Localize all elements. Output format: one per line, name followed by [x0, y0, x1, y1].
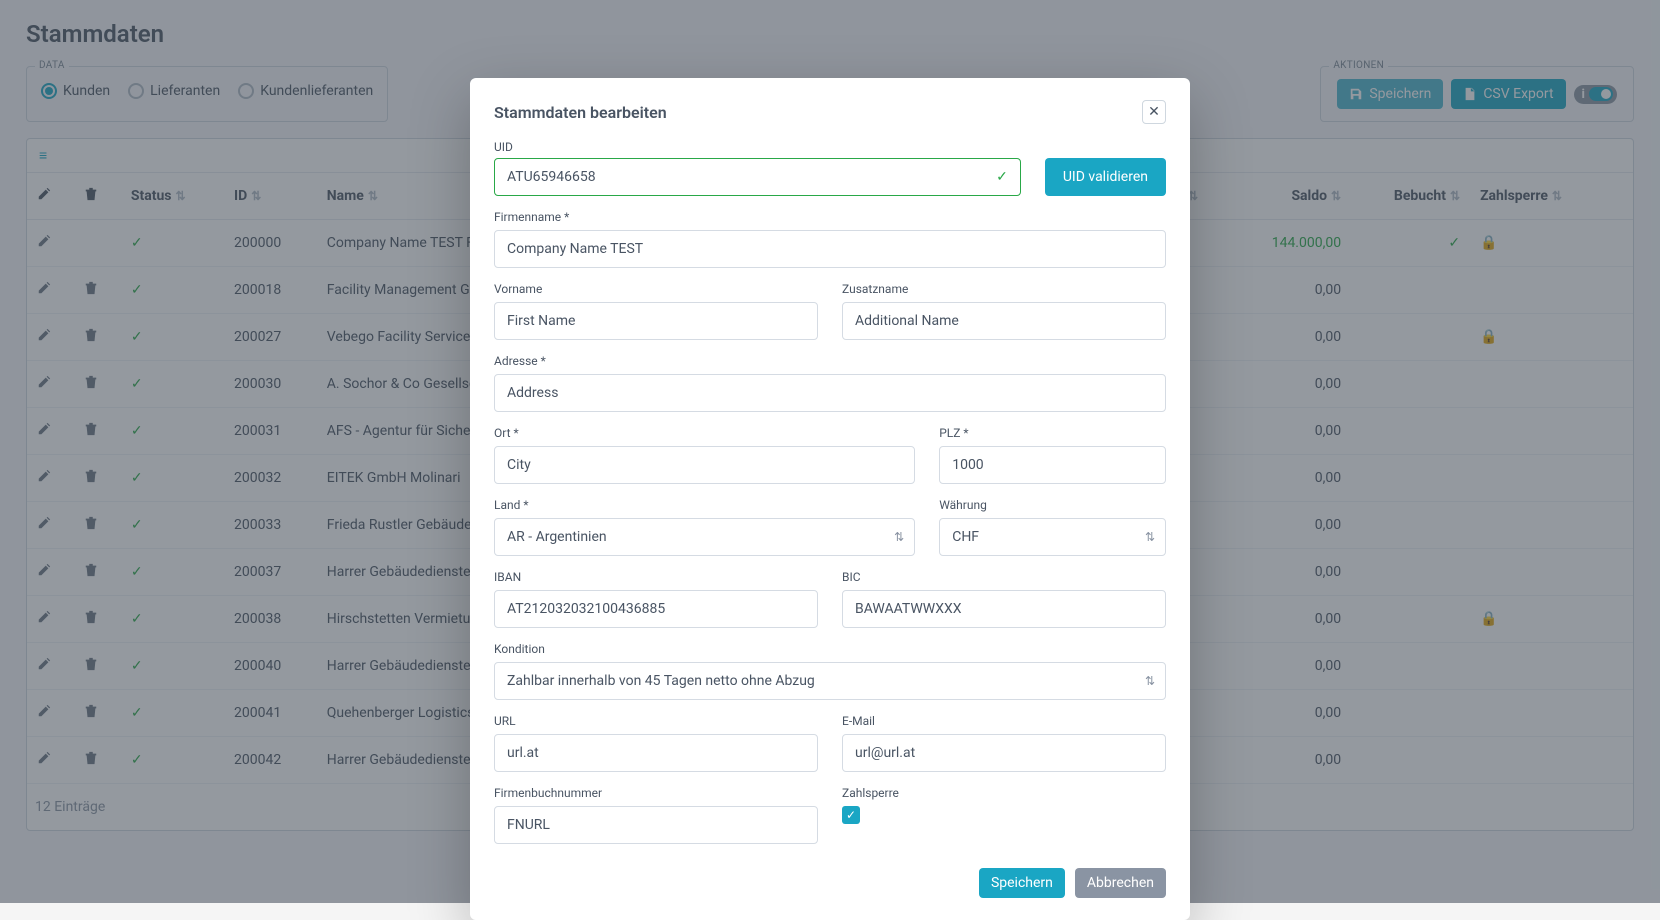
label-uid: UID — [494, 140, 1166, 154]
waehrung-select[interactable]: CHF — [939, 518, 1166, 556]
url-input[interactable] — [494, 734, 818, 772]
label-iban: IBAN — [494, 570, 818, 584]
uid-input[interactable] — [507, 159, 996, 195]
modal-title: Stammdaten bearbeiten — [494, 103, 667, 122]
vorname-input[interactable] — [494, 302, 818, 340]
label-zahlsperre: Zahlsperre — [842, 786, 1166, 800]
plz-input[interactable] — [939, 446, 1166, 484]
check-icon: ✓ — [996, 169, 1008, 185]
modal-close-button[interactable]: ✕ — [1142, 100, 1166, 124]
label-waehrung: Währung — [939, 498, 1166, 512]
label-bic: BIC — [842, 570, 1166, 584]
firmenbuch-input[interactable] — [494, 806, 818, 844]
label-vorname: Vorname — [494, 282, 818, 296]
zahlsperre-checkbox[interactable]: ✓ — [842, 806, 860, 824]
uid-input-box: ✓ — [494, 158, 1021, 196]
label-url: URL — [494, 714, 818, 728]
label-firmenbuch: Firmenbuchnummer — [494, 786, 818, 800]
label-plz: PLZ * — [939, 426, 1166, 440]
bic-input[interactable] — [842, 590, 1166, 628]
label-kondition: Kondition — [494, 642, 1166, 656]
edit-modal: Stammdaten bearbeiten ✕ UID ✓ UID validi… — [470, 78, 1190, 920]
email-input[interactable] — [842, 734, 1166, 772]
iban-input[interactable] — [494, 590, 818, 628]
label-adresse: Adresse * — [494, 354, 1166, 368]
ort-input[interactable] — [494, 446, 915, 484]
label-land: Land * — [494, 498, 915, 512]
modal-cancel-button[interactable]: Abbrechen — [1075, 868, 1166, 898]
uid-validate-button[interactable]: UID validieren — [1045, 158, 1166, 196]
kondition-select[interactable]: Zahlbar innerhalb von 45 Tagen netto ohn… — [494, 662, 1166, 700]
label-zusatzname: Zusatzname — [842, 282, 1166, 296]
land-select[interactable]: AR - Argentinien — [494, 518, 915, 556]
label-firmenname: Firmenname * — [494, 210, 1166, 224]
label-email: E-Mail — [842, 714, 1166, 728]
adresse-input[interactable] — [494, 374, 1166, 412]
modal-overlay: Stammdaten bearbeiten ✕ UID ✓ UID validi… — [0, 0, 1660, 903]
modal-save-button[interactable]: Speichern — [979, 868, 1065, 898]
label-ort: Ort * — [494, 426, 915, 440]
firmenname-input[interactable] — [494, 230, 1166, 268]
zusatzname-input[interactable] — [842, 302, 1166, 340]
